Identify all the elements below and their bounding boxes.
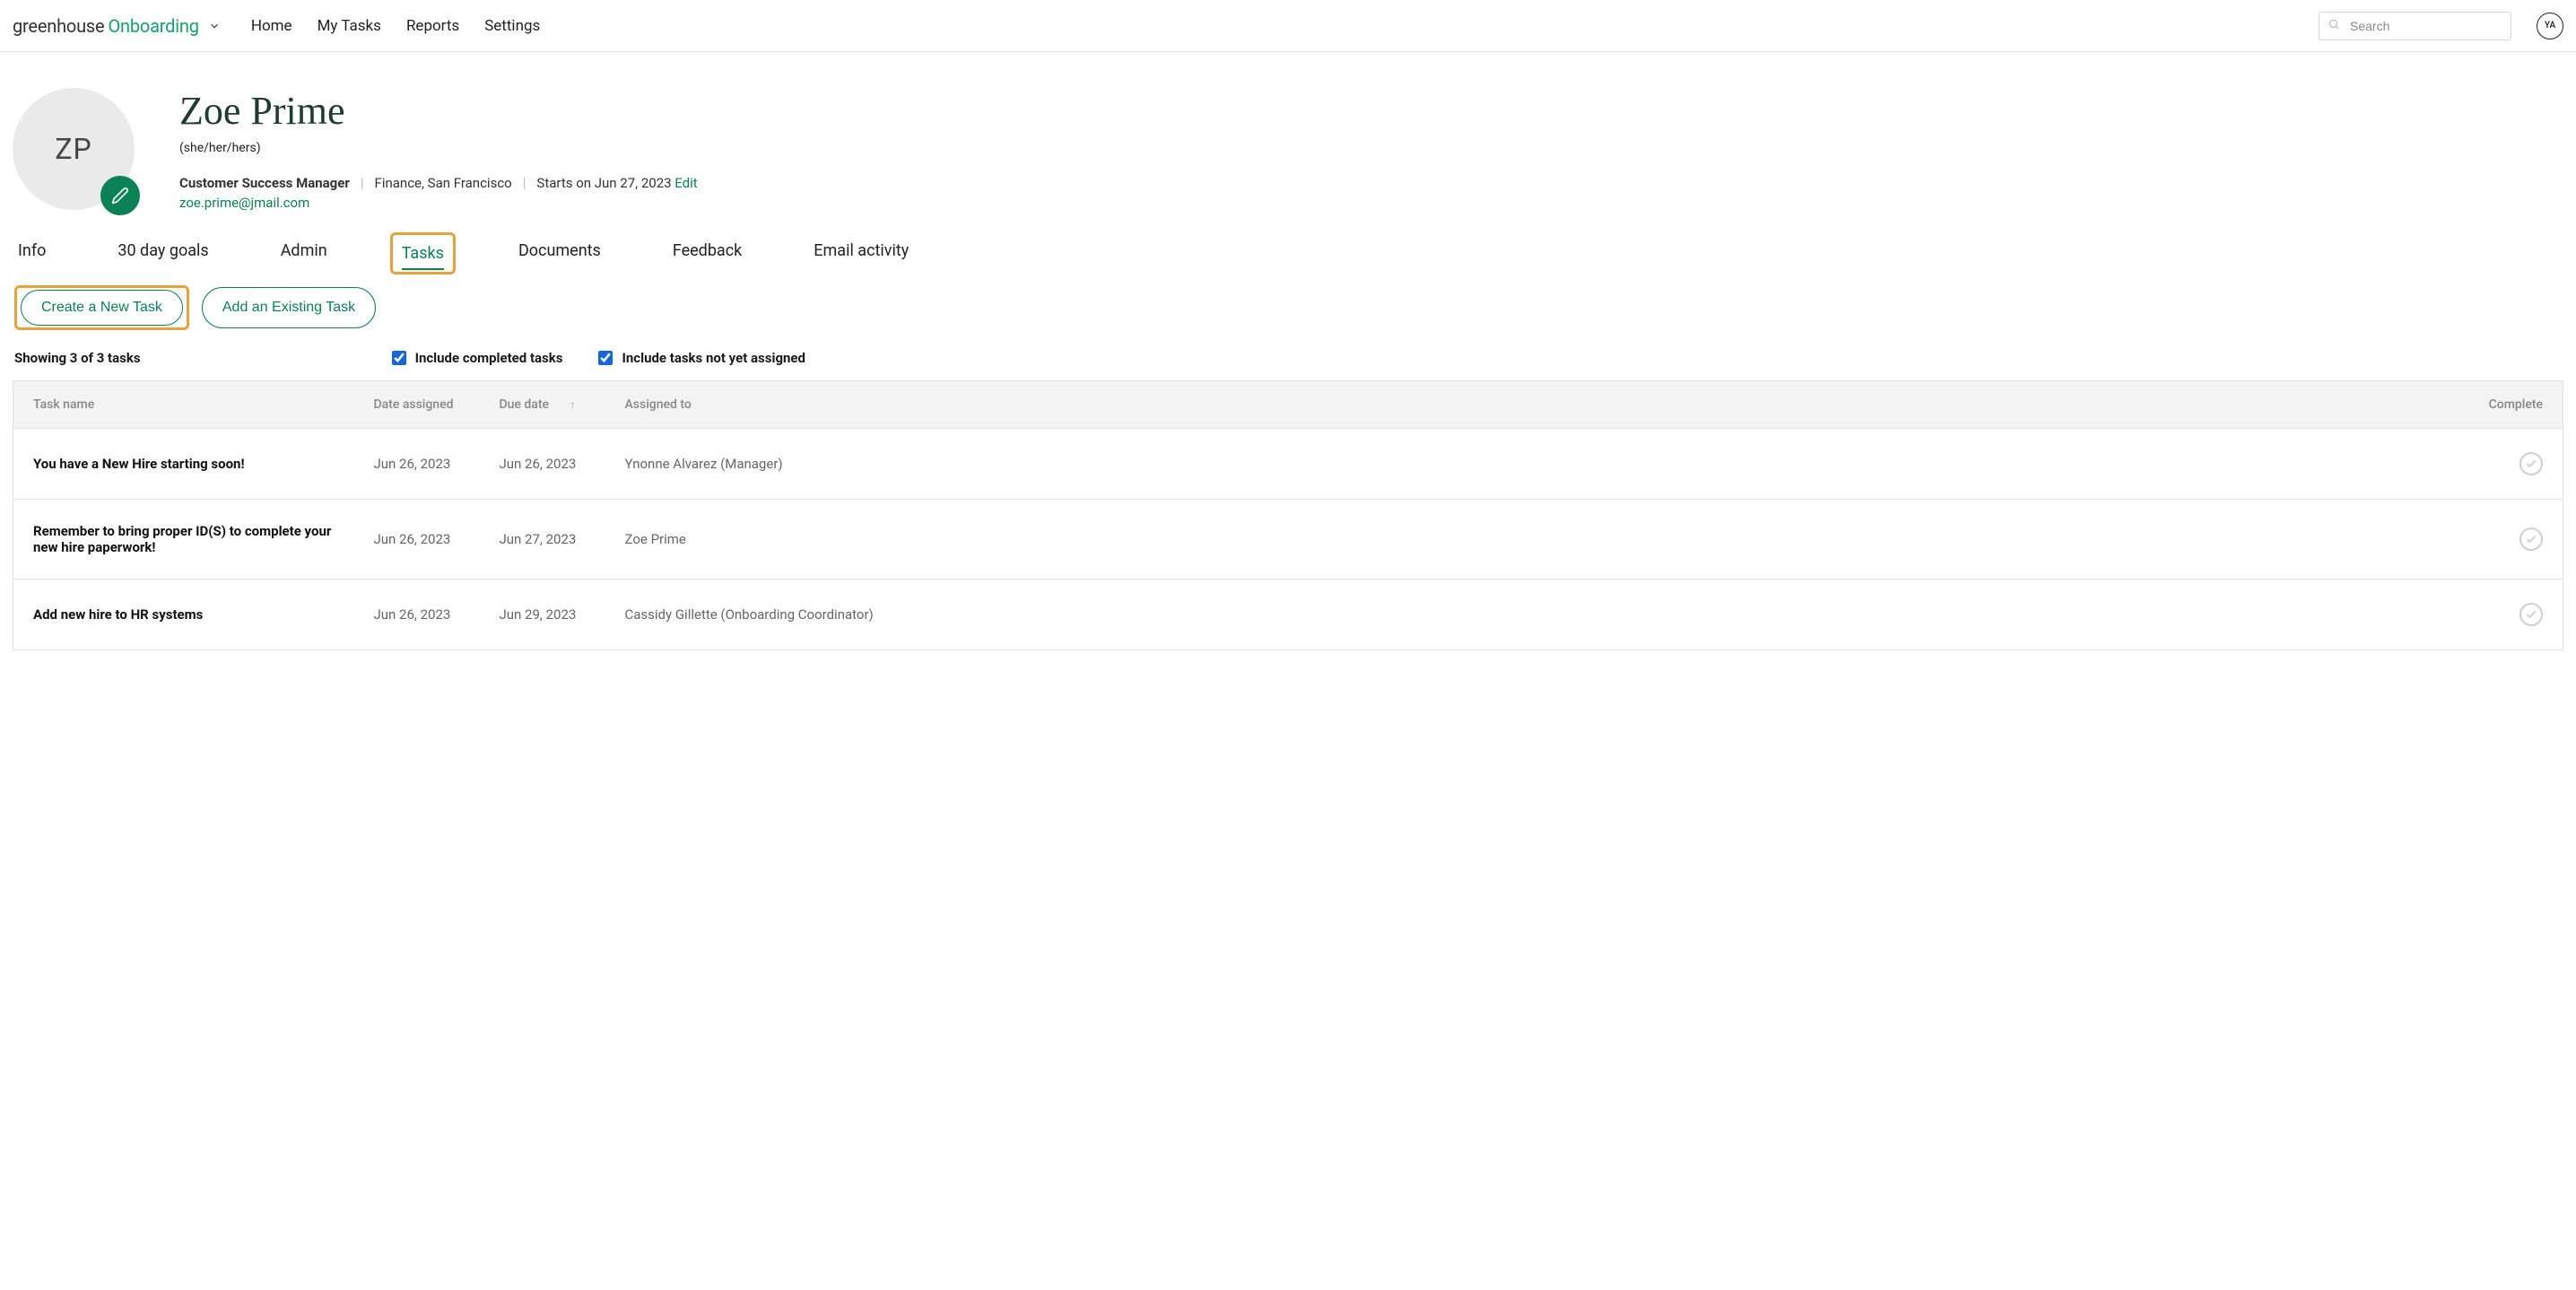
topbar: greenhouse Onboarding Home My Tasks Repo… (0, 0, 2576, 52)
profile-tabs: Info 30 day goals Admin Tasks Documents … (13, 236, 2563, 271)
cell-assigned-to: Cassidy Gillette (Onboarding Coordinator… (605, 580, 2465, 650)
nav-settings[interactable]: Settings (484, 17, 540, 35)
task-actions: Create a New Task Add an Existing Task (13, 287, 2563, 328)
cell-task-name: Add new hire to HR systems (13, 580, 354, 650)
table-row[interactable]: You have a New Hire starting soon! Jun 2… (13, 429, 2563, 500)
profile-info: Zoe Prime (she/her/hers) Customer Succes… (179, 88, 698, 211)
add-existing-task-button[interactable]: Add an Existing Task (202, 287, 376, 328)
col-task-name[interactable]: Task name (13, 381, 354, 429)
check-icon (2525, 458, 2537, 470)
cell-task-name: Remember to bring proper ID(S) to comple… (13, 500, 354, 580)
highlight-create-task: Create a New Task (14, 285, 189, 330)
cell-complete (2465, 500, 2563, 580)
logo-sub: Onboarding (108, 15, 198, 37)
profile-email-link[interactable]: zoe.prime@jmail.com (179, 195, 309, 211)
current-user-avatar[interactable]: YA (2537, 13, 2563, 39)
meta-separator: | (361, 175, 364, 191)
search-box (2319, 12, 2511, 40)
profile-header: ZP Zoe Prime (she/her/hers) Customer Suc… (13, 88, 2563, 211)
highlight-tasks-tab: Tasks (390, 232, 456, 275)
tab-email-activity[interactable]: Email activity (814, 236, 909, 271)
profile-title: Customer Success Manager (179, 175, 350, 191)
nav-my-tasks[interactable]: My Tasks (318, 17, 381, 35)
include-unassigned-checkbox[interactable] (598, 351, 613, 365)
table-row[interactable]: Add new hire to HR systems Jun 26, 2023 … (13, 580, 2563, 650)
search-input[interactable] (2319, 12, 2511, 40)
col-complete[interactable]: Complete (2465, 381, 2563, 429)
tab-feedback[interactable]: Feedback (673, 236, 742, 271)
product-switcher-caret[interactable] (208, 20, 221, 32)
tab-30-day-goals[interactable]: 30 day goals (117, 236, 208, 271)
cell-assigned-to: Ynonne Alvarez (Manager) (605, 429, 2465, 500)
profile-dept-loc: Finance, San Francisco (375, 175, 512, 191)
cell-date-assigned: Jun 26, 2023 (354, 429, 480, 500)
sort-ascending-icon: ↑ (570, 398, 576, 411)
primary-nav: Home My Tasks Reports Settings (251, 17, 540, 35)
tab-tasks[interactable]: Tasks (402, 239, 444, 268)
col-due-date-label: Due date (500, 397, 550, 412)
meta-separator: | (523, 175, 527, 191)
content: ZP Zoe Prime (she/her/hers) Customer Suc… (0, 52, 2576, 650)
col-date-assigned[interactable]: Date assigned (354, 381, 480, 429)
search-icon (2328, 18, 2340, 34)
tasks-table: Task name Date assigned Due date ↑ Assig… (13, 380, 2563, 650)
include-completed-checkbox[interactable] (392, 351, 406, 365)
complete-toggle[interactable] (2519, 603, 2543, 626)
cell-assigned-to: Zoe Prime (605, 500, 2465, 580)
tab-admin[interactable]: Admin (281, 236, 327, 271)
profile-name: Zoe Prime (179, 88, 698, 134)
cell-task-name: You have a New Hire starting soon! (13, 429, 354, 500)
create-task-button[interactable]: Create a New Task (21, 290, 183, 326)
profile-start-date: Starts on Jun 27, 2023 (536, 175, 671, 191)
check-icon (2525, 608, 2537, 621)
nav-reports[interactable]: Reports (406, 17, 459, 35)
filter-row: Showing 3 of 3 tasks Include completed t… (13, 350, 2563, 366)
logo-main: greenhouse (13, 15, 104, 37)
chevron-down-icon (208, 20, 221, 32)
cell-due-date: Jun 27, 2023 (480, 500, 605, 580)
profile-pronouns: (she/her/hers) (179, 141, 698, 155)
include-unassigned-label: Include tasks not yet assigned (622, 350, 805, 366)
cell-due-date: Jun 29, 2023 (480, 580, 605, 650)
complete-toggle[interactable] (2519, 527, 2543, 551)
avatar-wrap: ZP (13, 88, 135, 210)
include-completed-label: Include completed tasks (415, 350, 563, 366)
include-unassigned-group[interactable]: Include tasks not yet assigned (598, 350, 805, 366)
check-icon (2525, 533, 2537, 545)
cell-date-assigned: Jun 26, 2023 (354, 580, 480, 650)
tab-info[interactable]: Info (18, 236, 46, 271)
logo[interactable]: greenhouse Onboarding (13, 15, 221, 37)
pencil-icon (111, 187, 129, 205)
showing-count: Showing 3 of 3 tasks (14, 350, 141, 366)
cell-complete (2465, 580, 2563, 650)
col-due-date[interactable]: Due date ↑ (480, 381, 605, 429)
profile-meta: Customer Success Manager | Finance, San … (179, 175, 698, 191)
edit-avatar-button[interactable] (100, 176, 140, 215)
cell-date-assigned: Jun 26, 2023 (354, 500, 480, 580)
cell-due-date: Jun 26, 2023 (480, 429, 605, 500)
include-completed-group[interactable]: Include completed tasks (392, 350, 563, 366)
table-row[interactable]: Remember to bring proper ID(S) to comple… (13, 500, 2563, 580)
complete-toggle[interactable] (2519, 452, 2543, 475)
cell-complete (2465, 429, 2563, 500)
col-assigned-to[interactable]: Assigned to (605, 381, 2465, 429)
nav-home[interactable]: Home (251, 17, 292, 35)
edit-start-date-link[interactable]: Edit (674, 175, 697, 191)
tab-documents[interactable]: Documents (518, 236, 601, 271)
